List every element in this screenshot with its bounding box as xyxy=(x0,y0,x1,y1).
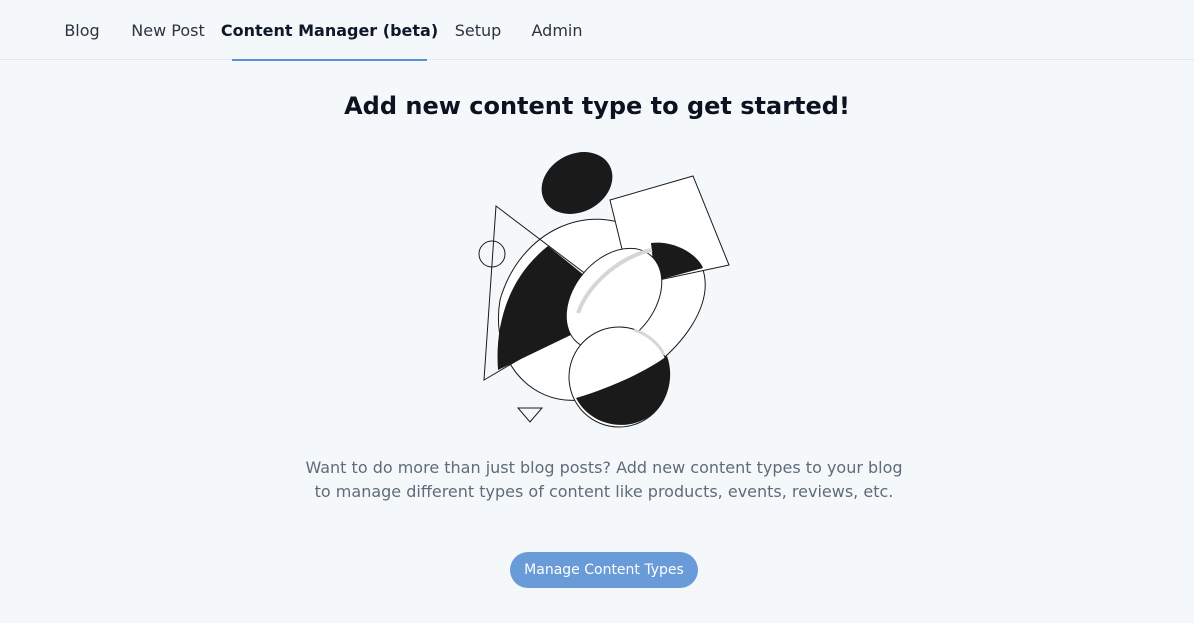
description-line-1: Want to do more than just blog posts? Ad… xyxy=(305,458,903,477)
description-line-2: to manage different types of content lik… xyxy=(314,482,894,501)
tab-setup[interactable]: Setup xyxy=(450,0,506,60)
top-navigation: Blog New Post Content Manager (beta) Set… xyxy=(0,0,1194,61)
small-triangle xyxy=(516,407,544,423)
page-title: Add new content type to get started! xyxy=(344,92,850,120)
tab-blog[interactable]: Blog xyxy=(58,0,106,60)
abstract-shapes-illustration xyxy=(470,145,740,435)
tab-admin[interactable]: Admin xyxy=(528,0,586,60)
tab-new-post[interactable]: New Post xyxy=(128,0,208,60)
tab-content-manager[interactable]: Content Manager (beta) xyxy=(221,0,438,61)
blob-shape xyxy=(541,152,613,214)
description: Want to do more than just blog posts? Ad… xyxy=(297,456,911,504)
manage-content-types-button[interactable]: Manage Content Types xyxy=(510,552,698,588)
